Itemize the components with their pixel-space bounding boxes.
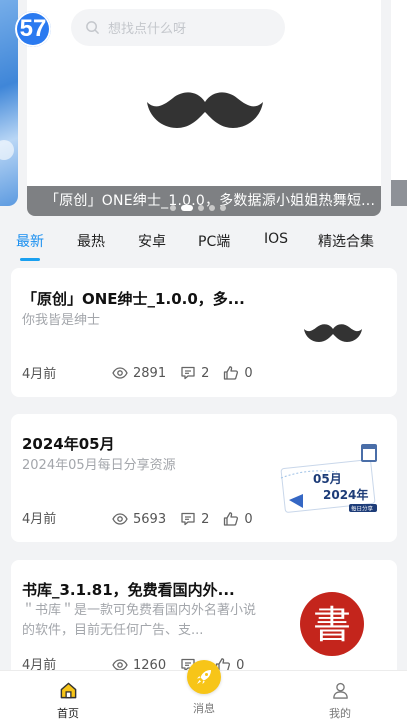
category-tabs: 最新 最热 安卓 PC端 IOS 精选合集 [0, 222, 407, 262]
carousel-dot-active[interactable] [181, 205, 193, 211]
comment-count-value: 2 [201, 365, 210, 381]
tab-ios[interactable]: IOS [264, 231, 288, 247]
carousel-dot[interactable] [209, 205, 215, 211]
post-title: 书库_3.1.81，免费看国内外... [22, 581, 235, 599]
nav-home-label: 首页 [57, 707, 79, 720]
book-logo-glyph: 書 [313, 603, 351, 647]
post-title: 2024年05月 [22, 435, 115, 453]
search-icon [86, 21, 99, 34]
mustache-icon [147, 92, 263, 128]
like-count[interactable]: 0 [223, 365, 253, 381]
comment-icon [181, 512, 195, 526]
carousel-next-slide[interactable] [391, 0, 407, 206]
comment-count[interactable]: 2 [180, 511, 209, 527]
tab-indicator [20, 258, 40, 261]
carousel-indicator [170, 205, 226, 211]
eye-icon [112, 513, 128, 525]
post-description: 2024年05月每日分享资源 [22, 458, 176, 473]
thumbs-up-icon [224, 512, 239, 526]
view-count: 5693 [112, 511, 166, 527]
tab-latest[interactable]: 最新 [16, 231, 44, 251]
search-placeholder: 想找点什么呀 [108, 22, 187, 37]
view-count: 2891 [112, 365, 166, 381]
tab-android[interactable]: 安卓 [138, 231, 166, 251]
search-bar[interactable]: 想找点什么呀 [71, 9, 285, 46]
like-count[interactable]: 0 [223, 511, 253, 527]
view-count-value: 2891 [133, 365, 167, 381]
comment-icon [181, 366, 195, 380]
calendar-tag: 每日分享 [351, 505, 374, 513]
thumbs-up-icon [224, 366, 239, 380]
eye-icon [112, 367, 128, 379]
nav-profile-label: 我的 [329, 707, 351, 720]
mustache-icon [304, 324, 362, 342]
comment-count-value: 2 [201, 511, 210, 527]
rocket-icon [197, 670, 211, 684]
post-time: 4月前 [22, 512, 57, 527]
calendar-year: 2024年 [323, 487, 368, 502]
post-stats: 2891 2 0 [112, 365, 267, 381]
tab-collections[interactable]: 精选合集 [318, 231, 374, 251]
home-icon [60, 682, 76, 699]
post-time: 4月前 [22, 367, 57, 382]
view-count-value: 5693 [133, 511, 167, 527]
messages-fab[interactable] [187, 660, 221, 694]
post-description: ＂书库＂是一款可免费看国内外名著小说的软件，目前无任何广告、支... [22, 603, 257, 638]
nav-messages[interactable]: 消息 [174, 695, 234, 716]
post-card[interactable]: 2024年05月 2024年05月每日分享资源 4月前 5693 2 0 05月… [11, 414, 397, 542]
carousel-caption: 「原创」ONE绅士_1.0.0，多数据源小姐姐热舞短... [27, 186, 381, 216]
like-count-value: 0 [244, 511, 253, 527]
calendar-month: 05月 [313, 472, 342, 486]
nav-profile[interactable]: 我的 [310, 681, 370, 721]
carousel-dot[interactable] [220, 205, 226, 211]
calendar-thumbnail: 05月 2024年 每日分享 [280, 444, 377, 513]
carousel-dot[interactable] [198, 205, 204, 211]
book-logo: 書 [300, 592, 364, 656]
post-stats: 5693 2 0 [112, 511, 267, 527]
post-title: 「原创」ONE绅士_1.0.0，多... [22, 290, 245, 308]
nav-messages-label: 消息 [193, 702, 215, 715]
comment-count[interactable]: 2 [180, 365, 209, 381]
like-count-value: 0 [244, 365, 253, 381]
post-description: 你我皆是绅士 [22, 313, 101, 328]
user-icon [332, 682, 348, 699]
notification-badge[interactable]: 57 [15, 11, 51, 47]
carousel-dot[interactable] [170, 205, 176, 211]
tab-pc[interactable]: PC端 [198, 231, 230, 251]
nav-home[interactable]: 首页 [38, 681, 98, 721]
tab-hot[interactable]: 最热 [77, 231, 105, 251]
post-card[interactable]: 「原创」ONE绅士_1.0.0，多... 你我皆是绅士 4月前 2891 2 0 [11, 268, 397, 397]
